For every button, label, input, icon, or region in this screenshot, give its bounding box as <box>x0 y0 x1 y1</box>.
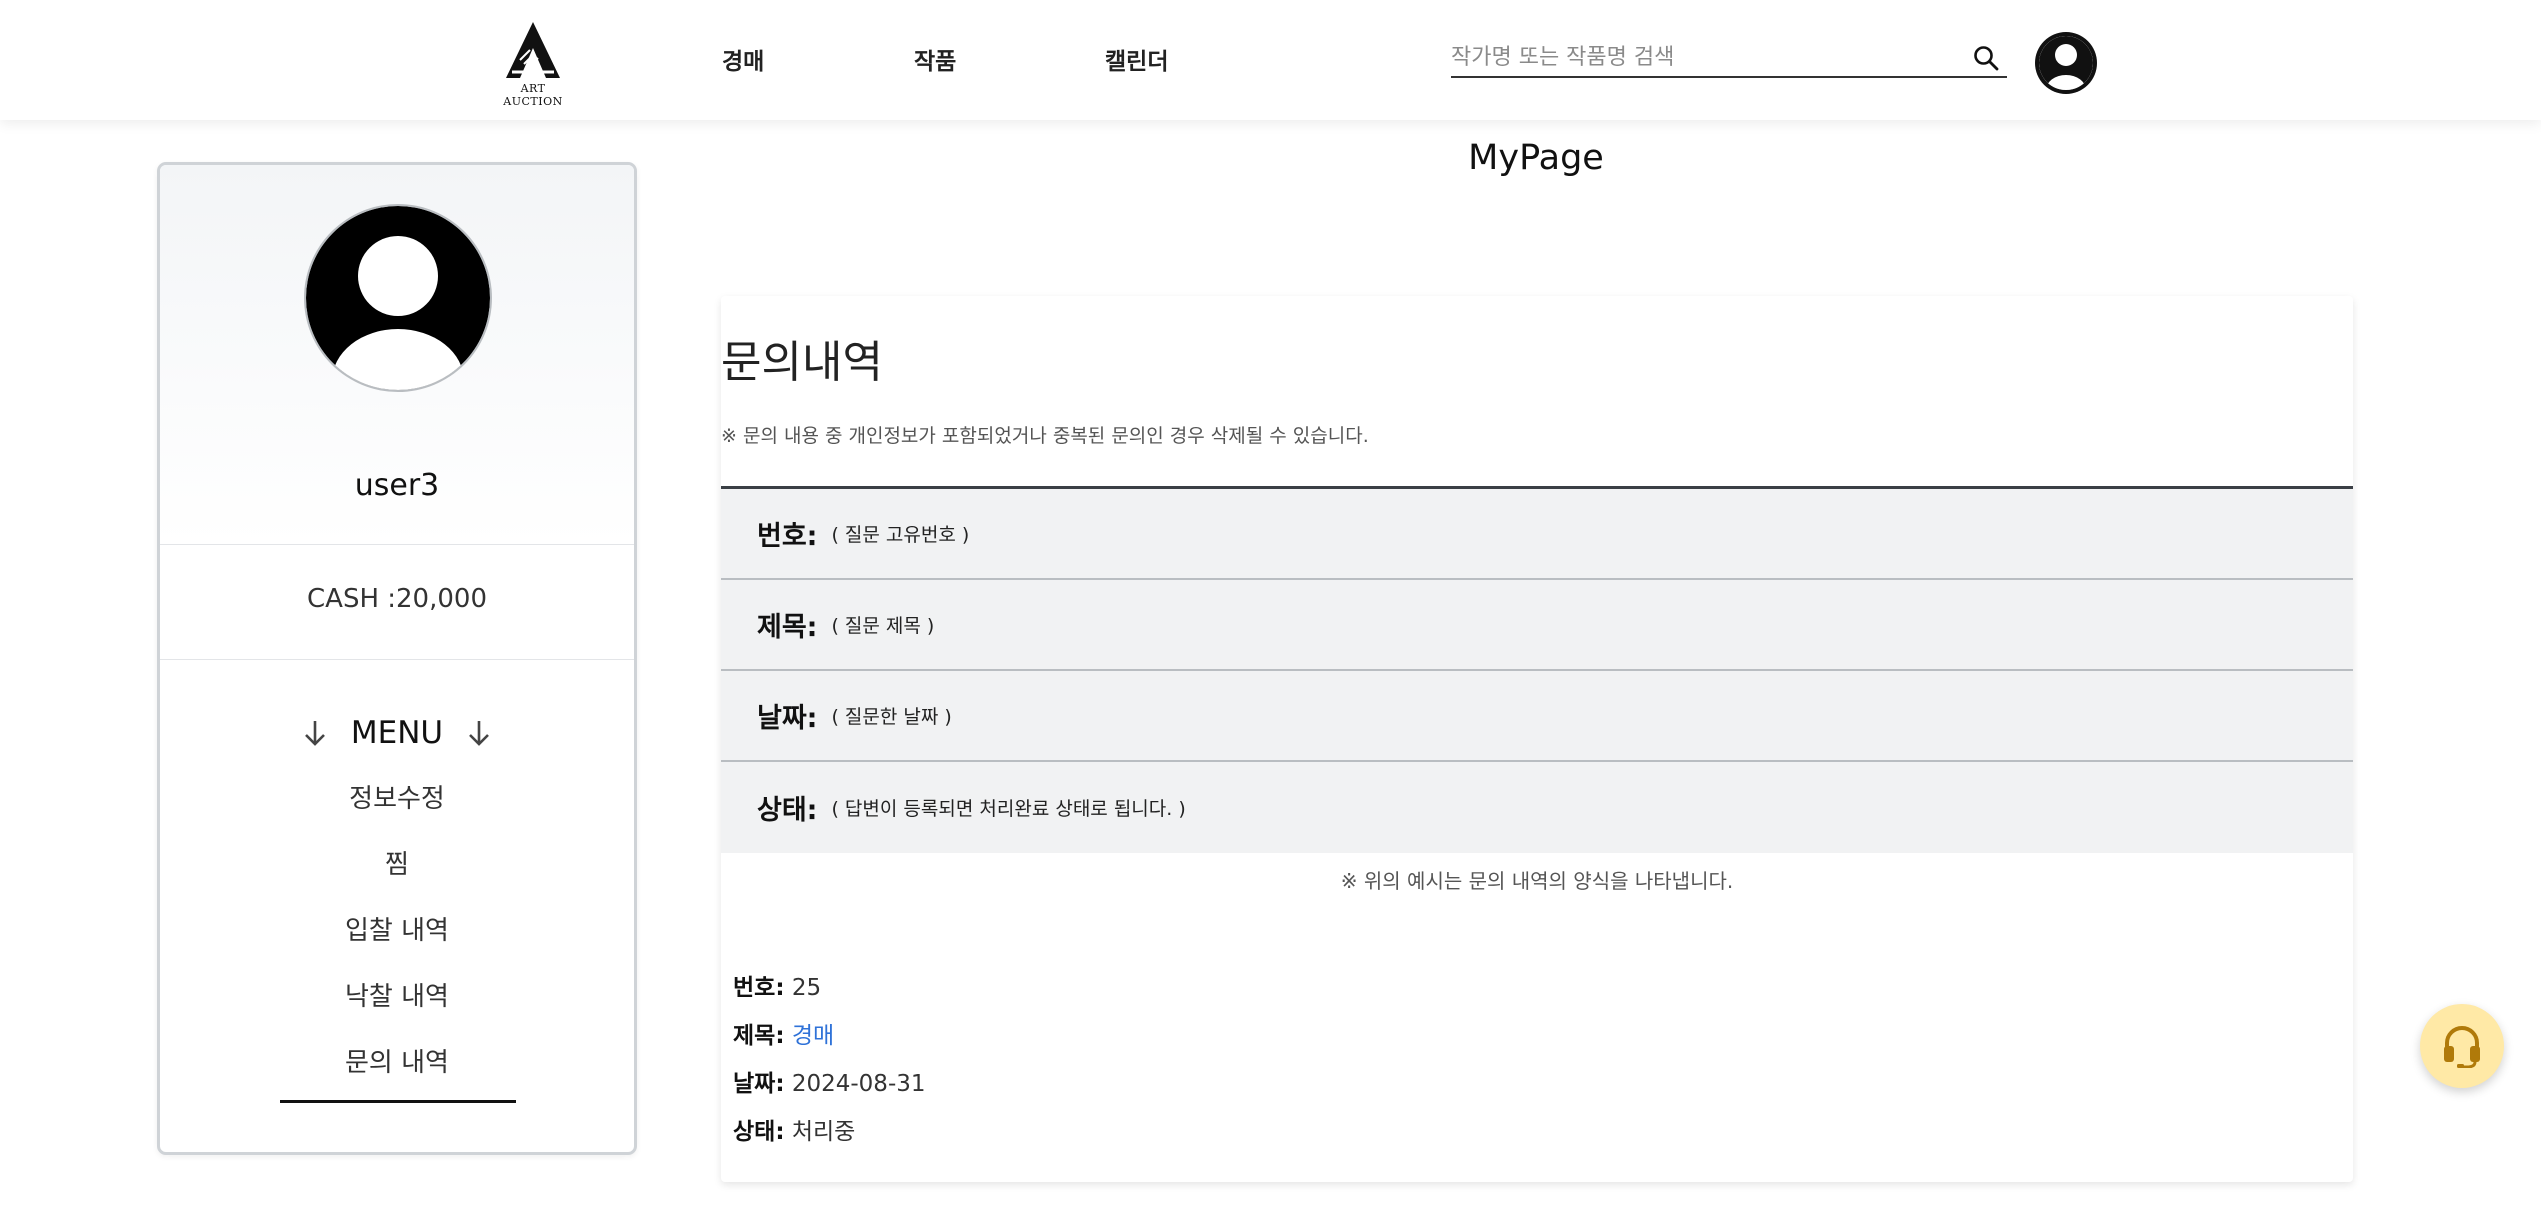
entry-status: 상태: 처리중 <box>733 1112 855 1146</box>
nav-artworks[interactable]: 작품 <box>914 42 956 76</box>
example-note: ※ 위의 예시는 문의 내역의 양식을 나타냅니다. <box>1340 869 1734 893</box>
art-auction-logo[interactable]: ART AUCTION <box>490 20 576 108</box>
format-key: 상태: <box>757 795 818 826</box>
logo-mark-icon <box>506 22 560 78</box>
entry-title: 제목: 경매 <box>733 1016 834 1050</box>
format-row-number: 번호: ( 질문 고유번호 ) <box>721 489 2353 580</box>
format-value: ( 질문 고유번호 ) <box>831 524 970 546</box>
avatar <box>303 203 493 393</box>
entry-number-label: 번호: <box>733 975 785 1001</box>
cash-balance: CASH :20,000 <box>307 584 487 614</box>
customer-support-button[interactable] <box>2420 1004 2504 1088</box>
format-key: 제목: <box>757 612 818 643</box>
menu-item-edit-info[interactable]: 정보수정 <box>160 778 634 815</box>
section-heading: 문의내역 <box>721 337 883 388</box>
search-icon[interactable] <box>1973 45 1999 71</box>
format-row-date: 날짜: ( 질문한 날짜 ) <box>721 671 2353 762</box>
entry-status-value: 처리중 <box>791 1119 856 1145</box>
headset-icon <box>2444 1026 2480 1068</box>
format-value: ( 질문한 날짜 ) <box>831 706 952 728</box>
menu-label: MENU <box>350 714 444 751</box>
format-value: ( 답변이 등록되면 처리완료 상태로 됩니다. ) <box>831 798 1186 820</box>
nav-calendar[interactable]: 캘린더 <box>1105 42 1168 76</box>
format-table: 번호: ( 질문 고유번호 ) 제목: ( 질문 제목 ) 날짜: ( 질문한 … <box>721 486 2353 853</box>
menu-item-inquiry-history[interactable]: 문의 내역 <box>160 1042 634 1079</box>
profile-card: user3 CASH :20,000 MENU 정보수정 찜 입찰 내역 낙찰 … <box>157 162 637 1155</box>
entry-number: 번호: 25 <box>733 968 821 1002</box>
page-title: MyPage <box>1468 138 1604 178</box>
logo-text: ART AUCTION <box>503 82 563 108</box>
menu-title: MENU <box>160 713 634 753</box>
entry-date-value: 2024-08-31 <box>791 1071 926 1097</box>
inquiry-panel: 문의내역 ※ 문의 내용 중 개인정보가 포함되었거나 중복된 문의인 경우 삭… <box>721 296 2353 1182</box>
menu-item-bid-history[interactable]: 입찰 내역 <box>160 910 634 947</box>
search-bar <box>1451 40 2007 78</box>
entry-title-link[interactable]: 경매 <box>792 1023 834 1049</box>
format-key: 날짜: <box>757 703 818 734</box>
entry-date-label: 날짜: <box>733 1071 785 1097</box>
entry-date: 날짜: 2024-08-31 <box>733 1064 926 1098</box>
entry-title-label: 제목: <box>733 1023 785 1049</box>
notice-text: ※ 문의 내용 중 개인정보가 포함되었거나 중복된 문의인 경우 삭제될 수 … <box>721 425 1369 447</box>
divider <box>160 544 634 545</box>
user-profile-icon[interactable] <box>2035 32 2097 94</box>
format-row-title: 제목: ( 질문 제목 ) <box>721 580 2353 671</box>
menu-item-won-history[interactable]: 낙찰 내역 <box>160 976 634 1013</box>
format-row-status: 상태: ( 답변이 등록되면 처리완료 상태로 됩니다. ) <box>721 762 2353 853</box>
active-menu-indicator <box>280 1100 516 1103</box>
arrow-down-icon <box>301 718 329 748</box>
format-value: ( 질문 제목 ) <box>831 615 935 637</box>
format-key: 번호: <box>757 521 818 552</box>
top-navbar: ART AUCTION 경매 작품 캘린더 <box>0 0 2541 120</box>
username: user3 <box>354 468 440 503</box>
menu-item-wishlist[interactable]: 찜 <box>160 844 634 881</box>
nav-auction[interactable]: 경매 <box>722 42 764 76</box>
entry-number-value: 25 <box>791 975 822 1001</box>
search-input[interactable] <box>1451 40 1951 74</box>
divider <box>160 659 634 660</box>
arrow-down-icon <box>465 718 493 748</box>
entry-status-label: 상태: <box>733 1119 785 1145</box>
